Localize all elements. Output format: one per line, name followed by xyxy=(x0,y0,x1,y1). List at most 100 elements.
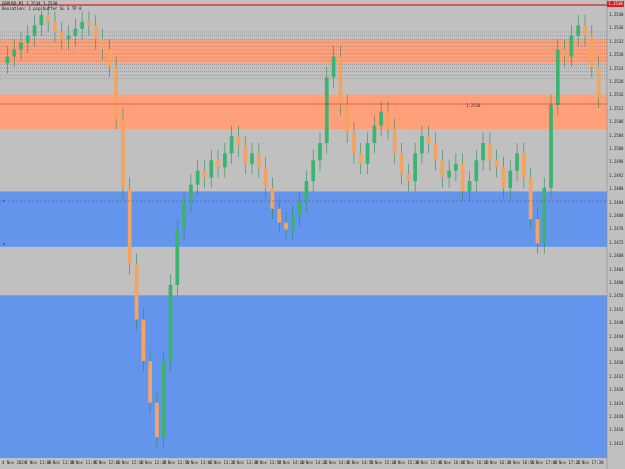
candle xyxy=(562,49,567,57)
price-axis-label: 1.2468 xyxy=(609,253,624,259)
time-axis-label: 4 Nov 2024 xyxy=(2,460,27,465)
candle xyxy=(386,111,390,130)
candle xyxy=(290,215,295,230)
candle xyxy=(399,153,404,175)
candle xyxy=(195,170,200,185)
candle xyxy=(304,181,309,202)
price-chart[interactable] xyxy=(0,0,625,469)
candle xyxy=(25,35,30,43)
candle xyxy=(338,56,343,105)
candle xyxy=(32,25,37,36)
price-axis-label: 1.2448 xyxy=(609,320,624,326)
price-axis-label: 1.2460 xyxy=(609,280,624,285)
price-axis-label: 1.2412 xyxy=(609,440,624,446)
chart-title: GBPUSD,M1 1.2534 1.2538 Deviation: 1 pip… xyxy=(2,1,81,11)
candle xyxy=(521,153,526,178)
candle xyxy=(59,32,64,40)
candle xyxy=(318,143,322,161)
candle xyxy=(365,143,370,164)
candle xyxy=(297,201,302,216)
price-axis-label: 1.2492 xyxy=(609,172,624,178)
candle xyxy=(100,39,105,50)
candle xyxy=(467,181,472,192)
supply-zone xyxy=(0,94,607,130)
candle xyxy=(209,160,214,178)
price-axis-label: 1.2436 xyxy=(609,360,624,366)
candle xyxy=(515,153,519,171)
price-axis-label: 1.2452 xyxy=(609,306,624,312)
candle xyxy=(73,28,78,36)
candle xyxy=(19,42,23,50)
candle xyxy=(134,264,139,320)
candle xyxy=(216,160,220,168)
candle xyxy=(121,118,125,188)
price-axis-label: 1.2444 xyxy=(609,333,624,339)
price-axis-label: 1.2420 xyxy=(609,414,624,419)
candle xyxy=(114,66,118,119)
candle xyxy=(426,136,431,143)
price-axis-label: 1.2508 xyxy=(609,119,624,125)
candle xyxy=(229,136,234,154)
chart-window: GBPUSD,M1 1.2534 1.2538 Deviation: 1 pip… xyxy=(0,0,625,469)
candle xyxy=(447,170,451,178)
price-axis-label: 1.2456 xyxy=(609,293,624,299)
price-axis-label: 1.2496 xyxy=(609,159,624,165)
candle xyxy=(189,184,193,202)
price-axis-label: 1.2520 xyxy=(609,79,624,84)
candle xyxy=(488,143,492,161)
candle xyxy=(127,188,132,265)
candle xyxy=(53,21,57,33)
candle xyxy=(576,25,581,36)
candle xyxy=(501,167,506,188)
price-axis-label: 1.2432 xyxy=(609,373,624,379)
candle xyxy=(87,21,91,26)
price-axis-label: 1.2516 xyxy=(609,92,624,98)
left-marker-upper: ► xyxy=(3,198,6,203)
candle xyxy=(474,160,479,182)
candle xyxy=(535,219,540,244)
candle xyxy=(277,208,282,223)
price-axis-label: 1.2536 xyxy=(609,25,624,31)
candle xyxy=(542,188,547,244)
candle xyxy=(352,132,356,154)
candle xyxy=(596,66,601,98)
candle xyxy=(175,229,180,285)
candle xyxy=(107,49,112,67)
candle xyxy=(12,49,17,57)
candle xyxy=(379,111,384,126)
price-axis-label: 1.2500 xyxy=(609,146,624,151)
price-axis-label: 1.2504 xyxy=(609,132,624,138)
candle xyxy=(345,104,350,133)
price-axis-label: 1.2476 xyxy=(609,226,624,232)
title-line-2: Deviation: 1 pip buffer SL 3 TP 8 xyxy=(2,6,82,11)
candle xyxy=(148,361,152,403)
candle xyxy=(420,136,424,154)
candle xyxy=(222,153,227,168)
candle xyxy=(5,56,10,64)
candle xyxy=(555,49,560,105)
candle xyxy=(460,163,465,192)
candle xyxy=(311,160,316,182)
price-axis-label: 1.2440 xyxy=(609,347,624,352)
price-axis-label: 1.2532 xyxy=(609,38,624,44)
candle xyxy=(454,163,458,171)
candle xyxy=(413,153,417,182)
candle xyxy=(93,25,98,40)
candle xyxy=(331,56,336,78)
candle xyxy=(372,125,377,143)
price-axis-label: 1.2484 xyxy=(609,199,624,205)
candle xyxy=(236,136,241,147)
candle xyxy=(589,35,594,67)
demand-zone xyxy=(0,295,607,458)
candle xyxy=(250,153,254,164)
candle xyxy=(358,153,363,164)
candle xyxy=(80,21,85,29)
time-axis-label: 4 Nov 17:38 xyxy=(577,460,604,465)
candle xyxy=(243,146,248,164)
candle xyxy=(494,160,499,168)
candle xyxy=(508,170,513,188)
price-axis-label: 1.2512 xyxy=(609,105,624,111)
candle xyxy=(182,201,186,230)
price-axis-label: 1.2428 xyxy=(609,387,624,393)
candle xyxy=(528,177,533,220)
